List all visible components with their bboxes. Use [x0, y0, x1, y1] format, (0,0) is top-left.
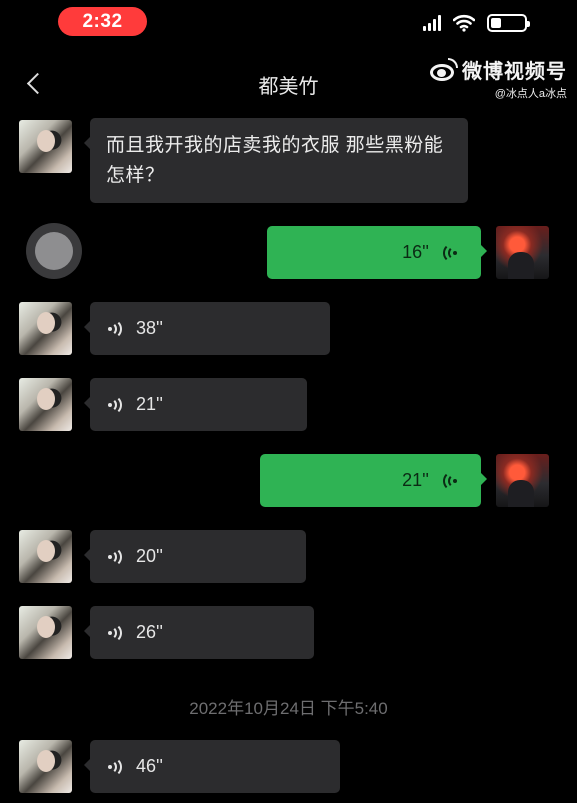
voice-duration: 21'': [136, 394, 163, 414]
message-text: 而且我开我的店卖我的衣服 那些黑粉能怎样？: [106, 134, 444, 186]
wifi-icon: [453, 14, 475, 32]
contact-avatar[interactable]: [19, 120, 72, 173]
watermark-handle: @冰点人a冰点: [494, 88, 567, 100]
floating-assistive-button[interactable]: [26, 223, 82, 279]
message-text-bubble[interactable]: 而且我开我的店卖我的衣服 那些黑粉能怎样？: [84, 118, 468, 203]
contact-avatar[interactable]: [19, 302, 72, 355]
signal-icon: [423, 15, 441, 31]
status-time: 2:32: [58, 7, 147, 36]
voice-message-bubble[interactable]: 46'': [84, 740, 340, 793]
voice-wave-icon: [441, 242, 457, 263]
voice-wave-icon: [108, 318, 124, 339]
voice-duration: 16'': [402, 242, 429, 262]
voice-wave-icon: [441, 470, 457, 491]
contact-avatar[interactable]: [19, 530, 72, 583]
watermark: 微博视频号 @冰点人a冰点: [428, 55, 567, 101]
contact-avatar[interactable]: [19, 378, 72, 431]
voice-message-bubble[interactable]: 21'': [260, 454, 487, 507]
voice-duration: 21'': [402, 470, 429, 490]
voice-message-bubble[interactable]: 26'': [84, 606, 314, 659]
voice-duration: 26'': [136, 622, 163, 642]
weibo-logo-icon: [428, 57, 458, 82]
contact-avatar[interactable]: [19, 606, 72, 659]
voice-message-bubble[interactable]: 20'': [84, 530, 306, 583]
chat-timestamp: 2022年10月24日 下午5:40: [189, 699, 388, 718]
my-avatar[interactable]: [496, 454, 549, 507]
status-icons: [423, 14, 530, 32]
battery-icon: [487, 14, 530, 32]
voice-duration: 38'': [136, 318, 163, 338]
contact-avatar[interactable]: [19, 740, 72, 793]
voice-wave-icon: [108, 546, 124, 567]
my-avatar[interactable]: [496, 226, 549, 279]
voice-duration: 46'': [136, 756, 163, 776]
voice-wave-icon: [108, 622, 124, 643]
voice-wave-icon: [108, 756, 124, 777]
watermark-platform: 微博视频号: [462, 61, 567, 83]
voice-message-bubble[interactable]: 38'': [84, 302, 330, 355]
voice-wave-icon: [108, 394, 124, 415]
voice-message-bubble[interactable]: 16'': [267, 226, 487, 279]
voice-duration: 20'': [136, 546, 163, 566]
voice-message-bubble[interactable]: 21'': [84, 378, 307, 431]
